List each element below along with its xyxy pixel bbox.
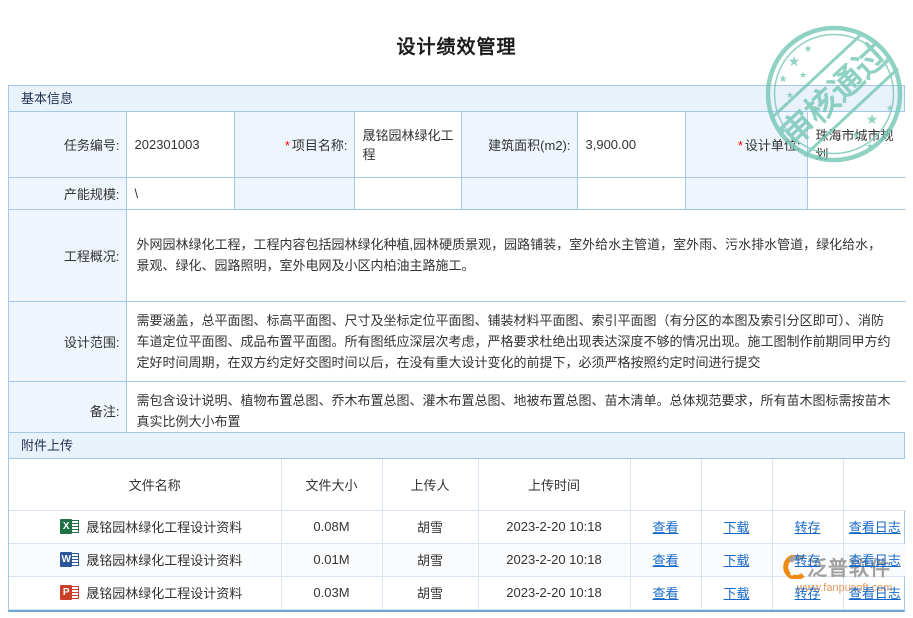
uploader: 胡雪 [382,543,478,576]
transfer-link[interactable]: 转存 [794,586,820,601]
download-link[interactable]: 下载 [723,520,749,535]
empty-value-cell [354,177,461,209]
view-link[interactable]: 查看 [652,553,678,568]
basic-info-panel: 基本信息 任务编号: 202301003 *项目名称: 晟铭园林绿化工程 建筑面… [8,85,905,442]
building-area-label: 建筑面积(m2): [461,112,577,177]
capacity-value: \ [126,177,234,209]
view-log-link[interactable]: 查看日志 [849,553,901,568]
view-link[interactable]: 查看 [652,586,678,601]
file-name: 晟铭园林绿化工程设计资料 [86,586,242,601]
project-name-value: 晟铭园林绿化工程 [354,112,461,177]
project-name-label: *项目名称: [234,112,354,177]
transfer-link[interactable]: 转存 [794,553,820,568]
excel-file-icon: X [60,519,79,534]
file-size-header: 文件大小 [281,459,382,510]
download-link[interactable]: 下载 [723,553,749,568]
file-name-cell: X 晟铭园林绿化工程设计资料 [9,510,281,543]
empty-label-cell [234,177,354,209]
ppt-file-icon: P [60,585,79,600]
file-name: 晟铭园林绿化工程设计资料 [86,520,242,535]
uploader: 胡雪 [382,576,478,609]
svg-text:★: ★ [799,70,807,80]
view-log-link[interactable]: 查看日志 [849,520,901,535]
upload-time: 2023-2-20 10:18 [478,576,630,609]
attachments-section-title: 附件上传 [9,433,904,459]
download-link[interactable]: 下载 [723,586,749,601]
uploader-header: 上传人 [382,459,478,510]
uploader: 胡雪 [382,510,478,543]
design-scope-value: 需要涵盖，总平面图、标高平面图、尺寸及坐标定位平面图、铺装材料平面图、索引平面图… [126,301,906,381]
building-area-value: 3,900.00 [577,112,685,177]
svg-text:★: ★ [779,74,788,85]
transfer-link[interactable]: 转存 [794,520,820,535]
file-size: 0.01M [281,543,382,576]
remark-value: 需包含设计说明、植物布置总图、乔木布置总图、灌木布置总图、地被布置总图、苗木清单… [126,381,906,440]
empty-action-header [630,459,701,510]
upload-time-header: 上传时间 [478,459,630,510]
file-size: 0.08M [281,510,382,543]
empty-label-cell [461,177,577,209]
design-performance-page: 设计绩效管理 基本信息 任务编号: 202301003 *项目名称: 晟铭园林绿… [0,0,913,618]
word-file-icon: W [60,552,79,567]
required-asterisk: * [285,138,290,153]
view-log-link[interactable]: 查看日志 [849,586,901,601]
basic-info-table: 任务编号: 202301003 *项目名称: 晟铭园林绿化工程 建筑面积(m2)… [9,112,906,440]
attachment-row: W 晟铭园林绿化工程设计资料 0.01M 胡雪 2023-2-20 10:18 查… [9,543,906,576]
attachment-row: X 晟铭园林绿化工程设计资料 0.08M 胡雪 2023-2-20 10:18 查… [9,510,906,543]
attachments-table: 文件名称 文件大小 上传人 上传时间 X晟铭园林绿化工程设计资料 0.08M 胡 [9,459,906,610]
empty-value-cell [577,177,685,209]
attachment-row: P 晟铭园林绿化工程设计资料 0.03M 胡雪 2023-2-20 10:18 查… [9,576,906,609]
empty-action-header [701,459,772,510]
task-no-value: 202301003 [126,112,234,177]
file-name-header: 文件名称 [9,459,281,510]
file-name-cell: P 晟铭园林绿化工程设计资料 [9,576,281,609]
design-unit-label: *设计单位: [685,112,807,177]
task-no-label: 任务编号: [9,112,126,177]
view-link[interactable]: 查看 [652,520,678,535]
upload-time: 2023-2-20 10:18 [478,510,630,543]
design-scope-label: 设计范围: [9,301,126,381]
page-title: 设计绩效管理 [0,32,913,59]
file-name-cell: W 晟铭园林绿化工程设计资料 [9,543,281,576]
empty-label-cell [685,177,807,209]
overview-value: 外网园林绿化工程，工程内容包括园林绿化种植,园林硬质景观，园路铺装，室外给水主管… [126,209,906,301]
empty-value-cell [807,177,906,209]
remark-label: 备注: [9,381,126,440]
required-asterisk: * [738,138,743,153]
basic-info-section-title: 基本信息 [9,86,904,112]
empty-action-header [843,459,906,510]
capacity-label: 产能规模: [9,177,126,209]
upload-time: 2023-2-20 10:18 [478,543,630,576]
attachments-panel: 附件上传 文件名称 文件大小 上传人 上传时间 [8,432,905,612]
design-unit-value: 珠海市城市规划 [807,112,906,177]
empty-action-header [772,459,843,510]
file-name: 晟铭园林绿化工程设计资料 [86,553,242,568]
overview-label: 工程概况: [9,209,126,301]
file-size: 0.03M [281,576,382,609]
